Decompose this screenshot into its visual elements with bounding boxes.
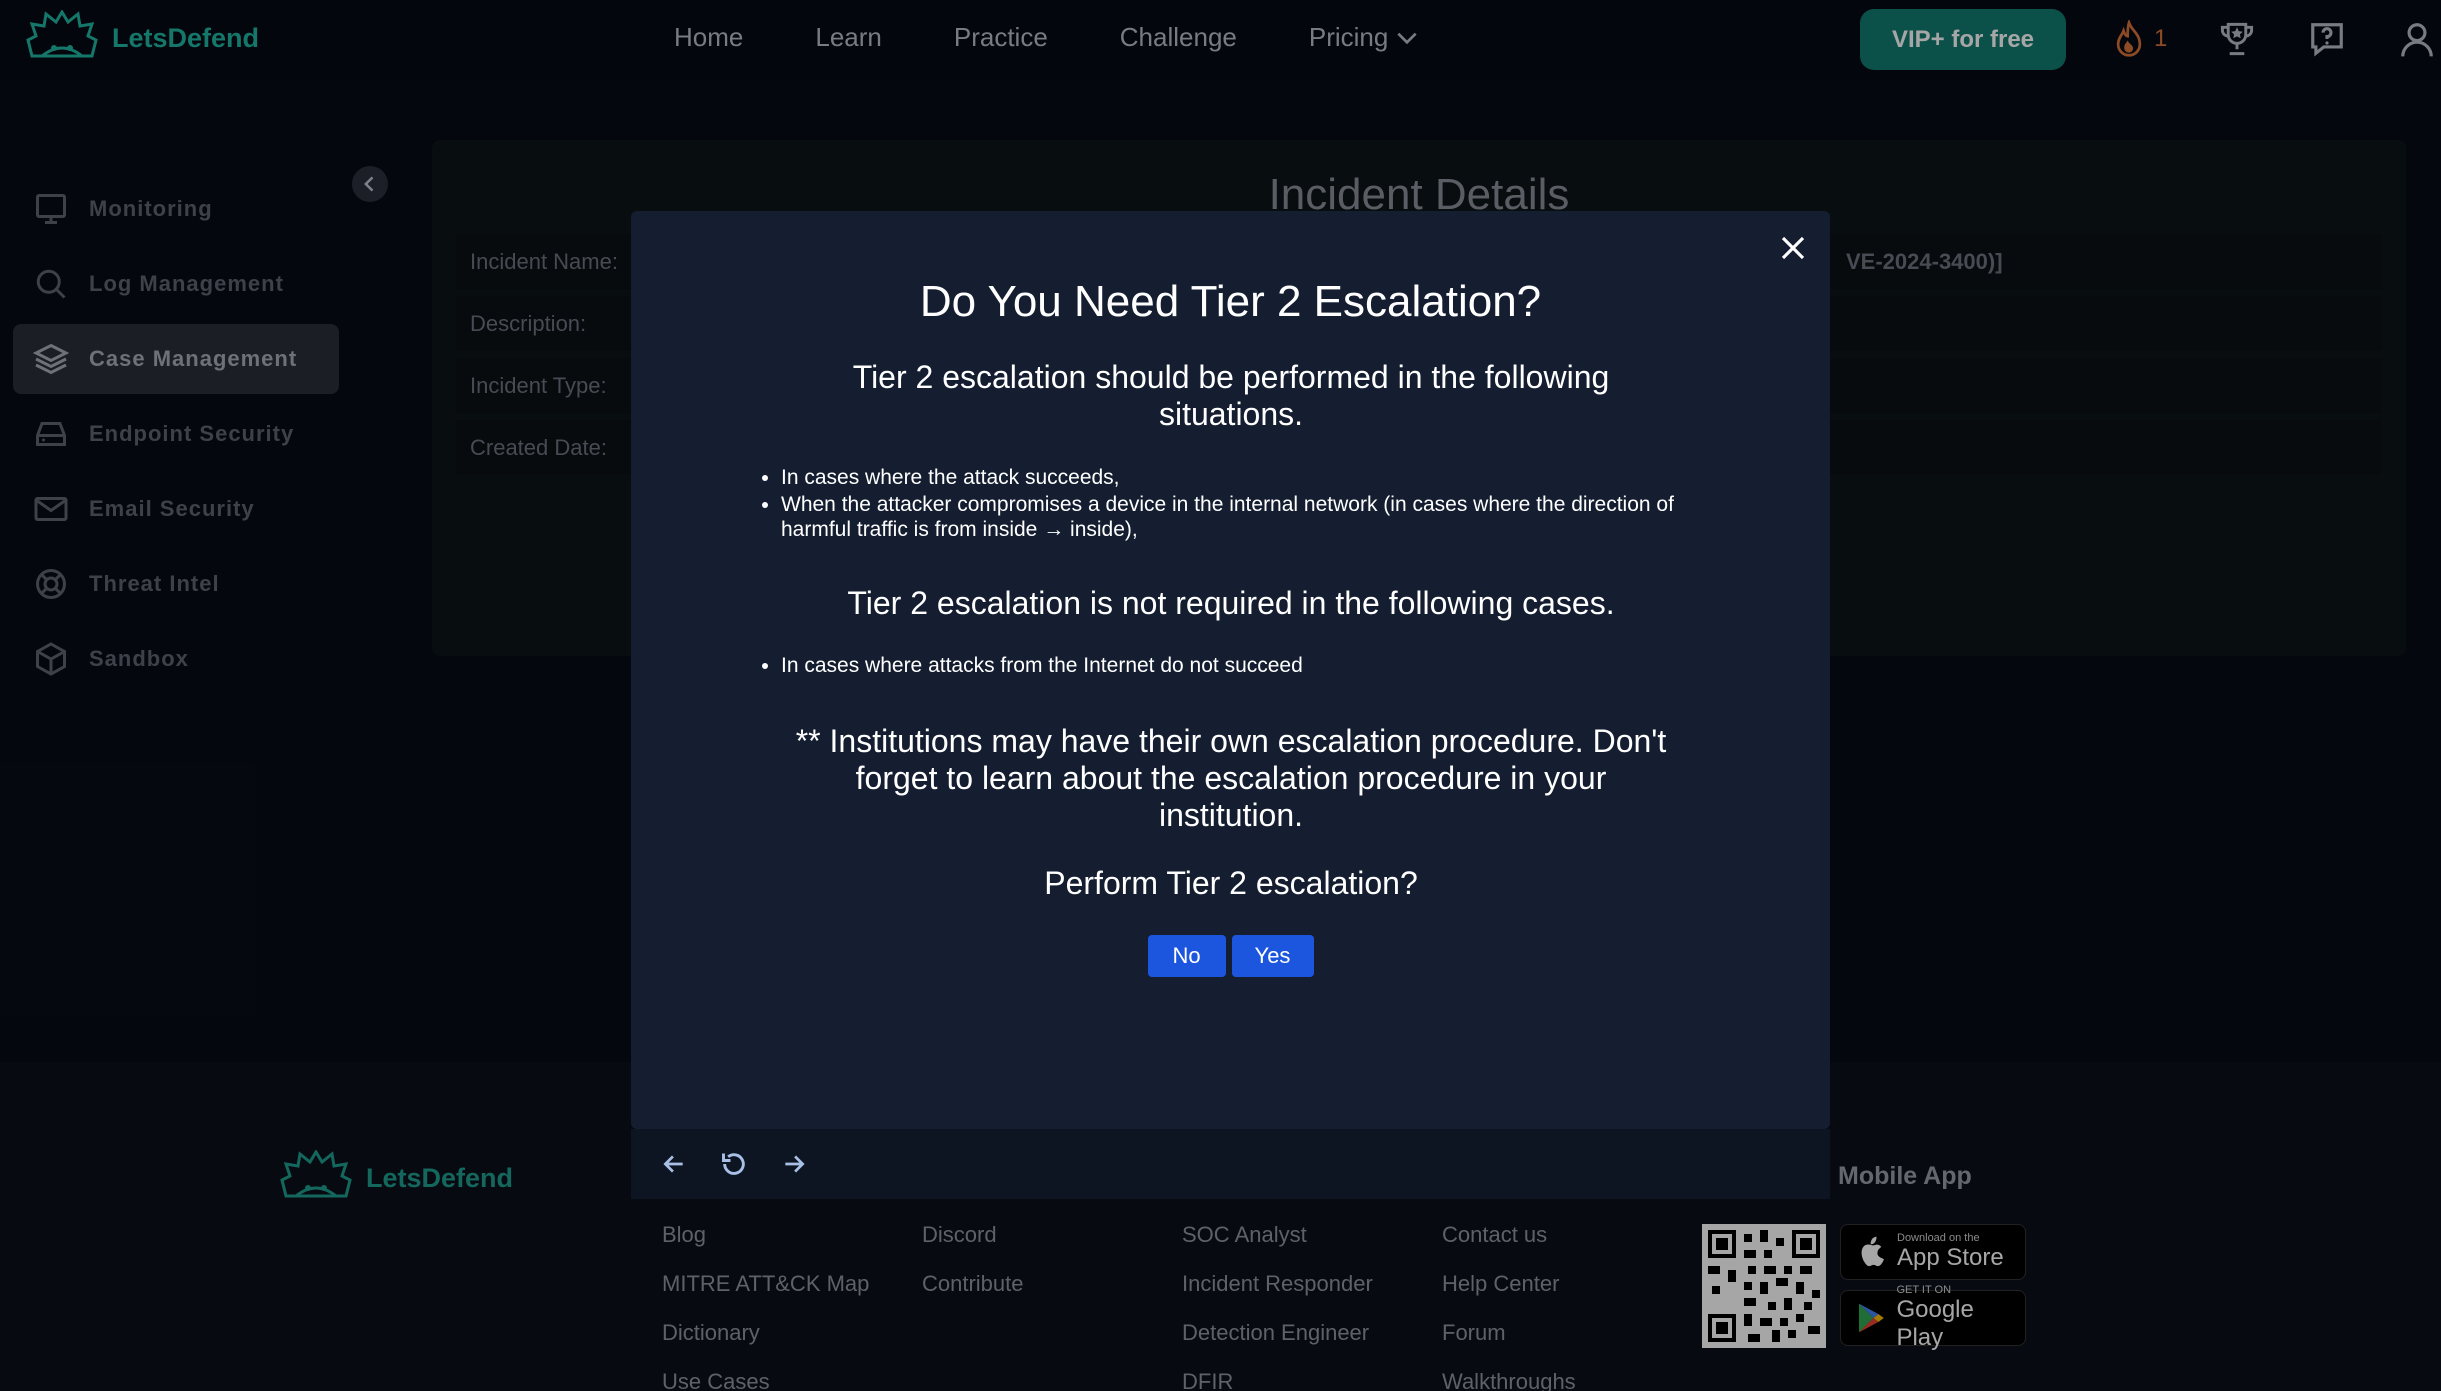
close-icon [1781,236,1805,260]
institution-note: ** Institutions may have their own escal… [795,723,1667,833]
list-item: In cases where the attack succeeds, [781,465,1701,490]
yes-button[interactable]: Yes [1231,935,1314,977]
forward-button[interactable] [777,1147,811,1181]
escalation-required-heading: Tier 2 escalation should be performed in… [852,359,1610,432]
escalation-not-required-list: In cases where attacks from the Internet… [761,653,1701,680]
escalation-modal: Do You Need Tier 2 Escalation? Tier 2 es… [631,211,1830,1199]
escalation-not-required-heading: Tier 2 escalation is not required in the… [847,585,1615,621]
escalation-required-list: In cases where the attack succeeds, When… [761,465,1701,544]
list-item: In cases where attacks from the Internet… [781,653,1701,678]
reload-button[interactable] [717,1147,751,1181]
arrow-left-icon [663,1155,683,1173]
modal-close-button[interactable] [1774,229,1812,267]
modal-actions: No Yes [631,935,1830,977]
escalation-question: Perform Tier 2 escalation? [1044,865,1418,901]
no-button[interactable]: No [1147,935,1226,977]
refresh-icon [722,1153,745,1175]
back-button[interactable] [657,1147,691,1181]
list-item: When the attacker compromises a device i… [781,492,1701,542]
modal-title: Do You Need Tier 2 Escalation? [919,277,1542,326]
arrow-right-icon [785,1155,805,1173]
modal-nav-bar [631,1129,1830,1199]
